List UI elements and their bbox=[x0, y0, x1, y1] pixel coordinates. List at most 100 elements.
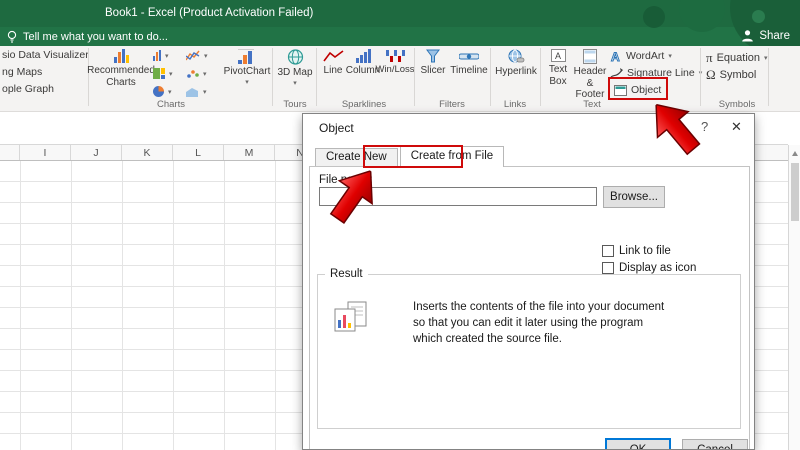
sparkline-line-icon bbox=[322, 50, 343, 62]
dialog-close-button[interactable]: ✕ bbox=[731, 119, 742, 135]
text-box-icon: A bbox=[550, 49, 566, 62]
column-header-m[interactable]: M bbox=[224, 145, 275, 160]
checkbox-box[interactable] bbox=[602, 245, 614, 257]
sparkline-line-label: Line bbox=[323, 65, 343, 76]
dropdown-icon: ▾ bbox=[203, 70, 207, 78]
symbol-button[interactable]: Ω Symbol bbox=[706, 67, 756, 83]
column-header-j[interactable]: J bbox=[71, 145, 122, 160]
group-label-links: Links bbox=[503, 99, 527, 110]
sparkline-winloss-label: Win/Loss bbox=[375, 64, 415, 75]
recommended-charts-button[interactable]: Recommended Charts bbox=[87, 49, 155, 88]
addin-label: ng Maps bbox=[2, 66, 43, 78]
text-box-label: Text Box bbox=[548, 64, 568, 87]
addin-label: sio Data Visualizer bbox=[2, 49, 89, 61]
column-header-i[interactable]: I bbox=[20, 145, 71, 160]
dropdown-icon: ▾ bbox=[764, 55, 768, 62]
line-chart-icon bbox=[186, 50, 200, 61]
decor-circle bbox=[643, 6, 665, 28]
result-groupbox bbox=[317, 274, 741, 429]
header-footer-icon bbox=[583, 49, 597, 64]
dropdown-icon: ▾ bbox=[204, 52, 208, 60]
3d-map-button[interactable]: 3D Map ▾ bbox=[276, 49, 314, 87]
header-footer-button[interactable]: Header & Footer bbox=[572, 49, 608, 101]
annotation-box-object bbox=[608, 77, 668, 100]
slicer-button[interactable]: Slicer bbox=[418, 49, 448, 77]
timeline-button[interactable]: Timeline bbox=[450, 49, 488, 77]
sparkline-winloss-icon bbox=[386, 50, 405, 62]
dropdown-icon: ▾ bbox=[668, 53, 672, 60]
column-header-l[interactable]: L bbox=[173, 145, 224, 160]
ribbon-separator bbox=[272, 48, 273, 106]
group-label-text: Text bbox=[583, 99, 601, 110]
insert-waterfall-chart-button[interactable]: ▾ bbox=[186, 86, 207, 97]
decor-circle bbox=[752, 10, 765, 23]
link-to-file-label: Link to file bbox=[619, 245, 671, 257]
sparkline-column-icon bbox=[355, 49, 371, 63]
waterfall-chart-icon bbox=[186, 88, 198, 97]
header-footer-label: Header & Footer bbox=[573, 66, 607, 100]
hierarchy-chart-icon bbox=[153, 68, 165, 79]
dropdown-icon: ▾ bbox=[203, 88, 207, 96]
wordart-button[interactable]: A WordArt ▾ bbox=[610, 50, 672, 62]
column-header-k[interactable]: K bbox=[122, 145, 173, 160]
link-to-file-checkbox[interactable]: Link to file bbox=[602, 245, 671, 257]
display-as-icon-checkbox[interactable]: Display as icon bbox=[602, 262, 696, 274]
pie-chart-icon bbox=[153, 86, 164, 97]
group-label-sparklines: Sparklines bbox=[341, 99, 387, 110]
dialog-title: Object bbox=[319, 121, 354, 135]
hyperlink-button[interactable]: Hyperlink bbox=[494, 49, 538, 78]
window-title: Book1 - Excel (Product Activation Failed… bbox=[105, 7, 314, 19]
insert-scatter-chart-button[interactable]: ▾ bbox=[186, 68, 207, 79]
sparkline-line-button[interactable]: Line bbox=[320, 49, 346, 77]
text-box-button[interactable]: A Text Box bbox=[544, 49, 572, 87]
addin-people-graph[interactable]: ople Graph bbox=[2, 83, 54, 95]
checkbox-box[interactable] bbox=[602, 262, 614, 274]
embedded-document-icon bbox=[334, 301, 367, 332]
svg-text:A: A bbox=[555, 51, 561, 61]
ribbon-separator bbox=[768, 48, 769, 106]
pivotchart-label: PivotChart bbox=[223, 66, 271, 77]
addin-bing-maps[interactable]: ng Maps bbox=[2, 66, 42, 78]
tell-me-box[interactable]: Tell me what you want to do... bbox=[6, 30, 168, 43]
recommended-charts-label: Recommended Charts bbox=[87, 65, 155, 88]
wordart-label: WordArt bbox=[626, 50, 665, 62]
wordart-icon: A bbox=[611, 50, 621, 62]
dropdown-icon: ▾ bbox=[245, 78, 249, 86]
slicer-label: Slicer bbox=[420, 65, 446, 76]
insert-line-chart-button[interactable]: ▾ bbox=[186, 50, 208, 61]
column-chart-icon bbox=[153, 50, 161, 61]
insert-pie-chart-button[interactable]: ▾ bbox=[153, 86, 172, 97]
slicer-icon bbox=[426, 49, 440, 63]
vertical-scrollbar[interactable] bbox=[788, 145, 800, 450]
equation-button[interactable]: π Equation ▾ bbox=[706, 50, 768, 66]
svg-text:A: A bbox=[611, 50, 620, 62]
share-button[interactable]: Share bbox=[741, 29, 790, 42]
pivotchart-button[interactable]: PivotChart ▾ bbox=[224, 49, 270, 86]
sparkline-winloss-button[interactable]: Win/Loss bbox=[375, 49, 415, 76]
pivotchart-icon bbox=[238, 49, 254, 64]
addin-visio-data-visualizer[interactable]: sio Data Visualizer bbox=[2, 49, 89, 61]
group-label-charts: Charts bbox=[157, 99, 185, 110]
cancel-button[interactable]: Cancel bbox=[682, 439, 748, 449]
hyperlink-icon bbox=[508, 49, 524, 63]
ribbon-separator bbox=[316, 48, 317, 106]
omega-icon: Ω bbox=[706, 67, 716, 82]
equation-label: Equation bbox=[716, 52, 761, 64]
result-legend: Result bbox=[325, 268, 368, 280]
hyperlink-label: Hyperlink bbox=[495, 66, 537, 77]
title-chrome: Book1 - Excel (Product Activation Failed… bbox=[0, 0, 800, 46]
symbol-label: Symbol bbox=[719, 69, 757, 81]
scroll-up-arrow-icon[interactable] bbox=[792, 151, 798, 156]
ribbon-separator bbox=[414, 48, 415, 106]
browse-button[interactable]: Browse... bbox=[603, 186, 665, 208]
insert-column-chart-button[interactable]: ▾ bbox=[153, 50, 169, 61]
insert-hierarchy-chart-button[interactable]: ▾ bbox=[153, 68, 173, 79]
3d-map-label: 3D Map bbox=[277, 67, 313, 78]
ribbon-separator bbox=[700, 48, 701, 106]
ribbon-separator bbox=[490, 48, 491, 106]
ribbon-separator bbox=[540, 48, 541, 106]
scrollbar-thumb[interactable] bbox=[790, 163, 799, 221]
annotation-box-create-from-file bbox=[363, 145, 463, 168]
ok-button[interactable]: OK bbox=[605, 438, 671, 449]
tell-me-text: Tell me what you want to do... bbox=[23, 30, 168, 43]
